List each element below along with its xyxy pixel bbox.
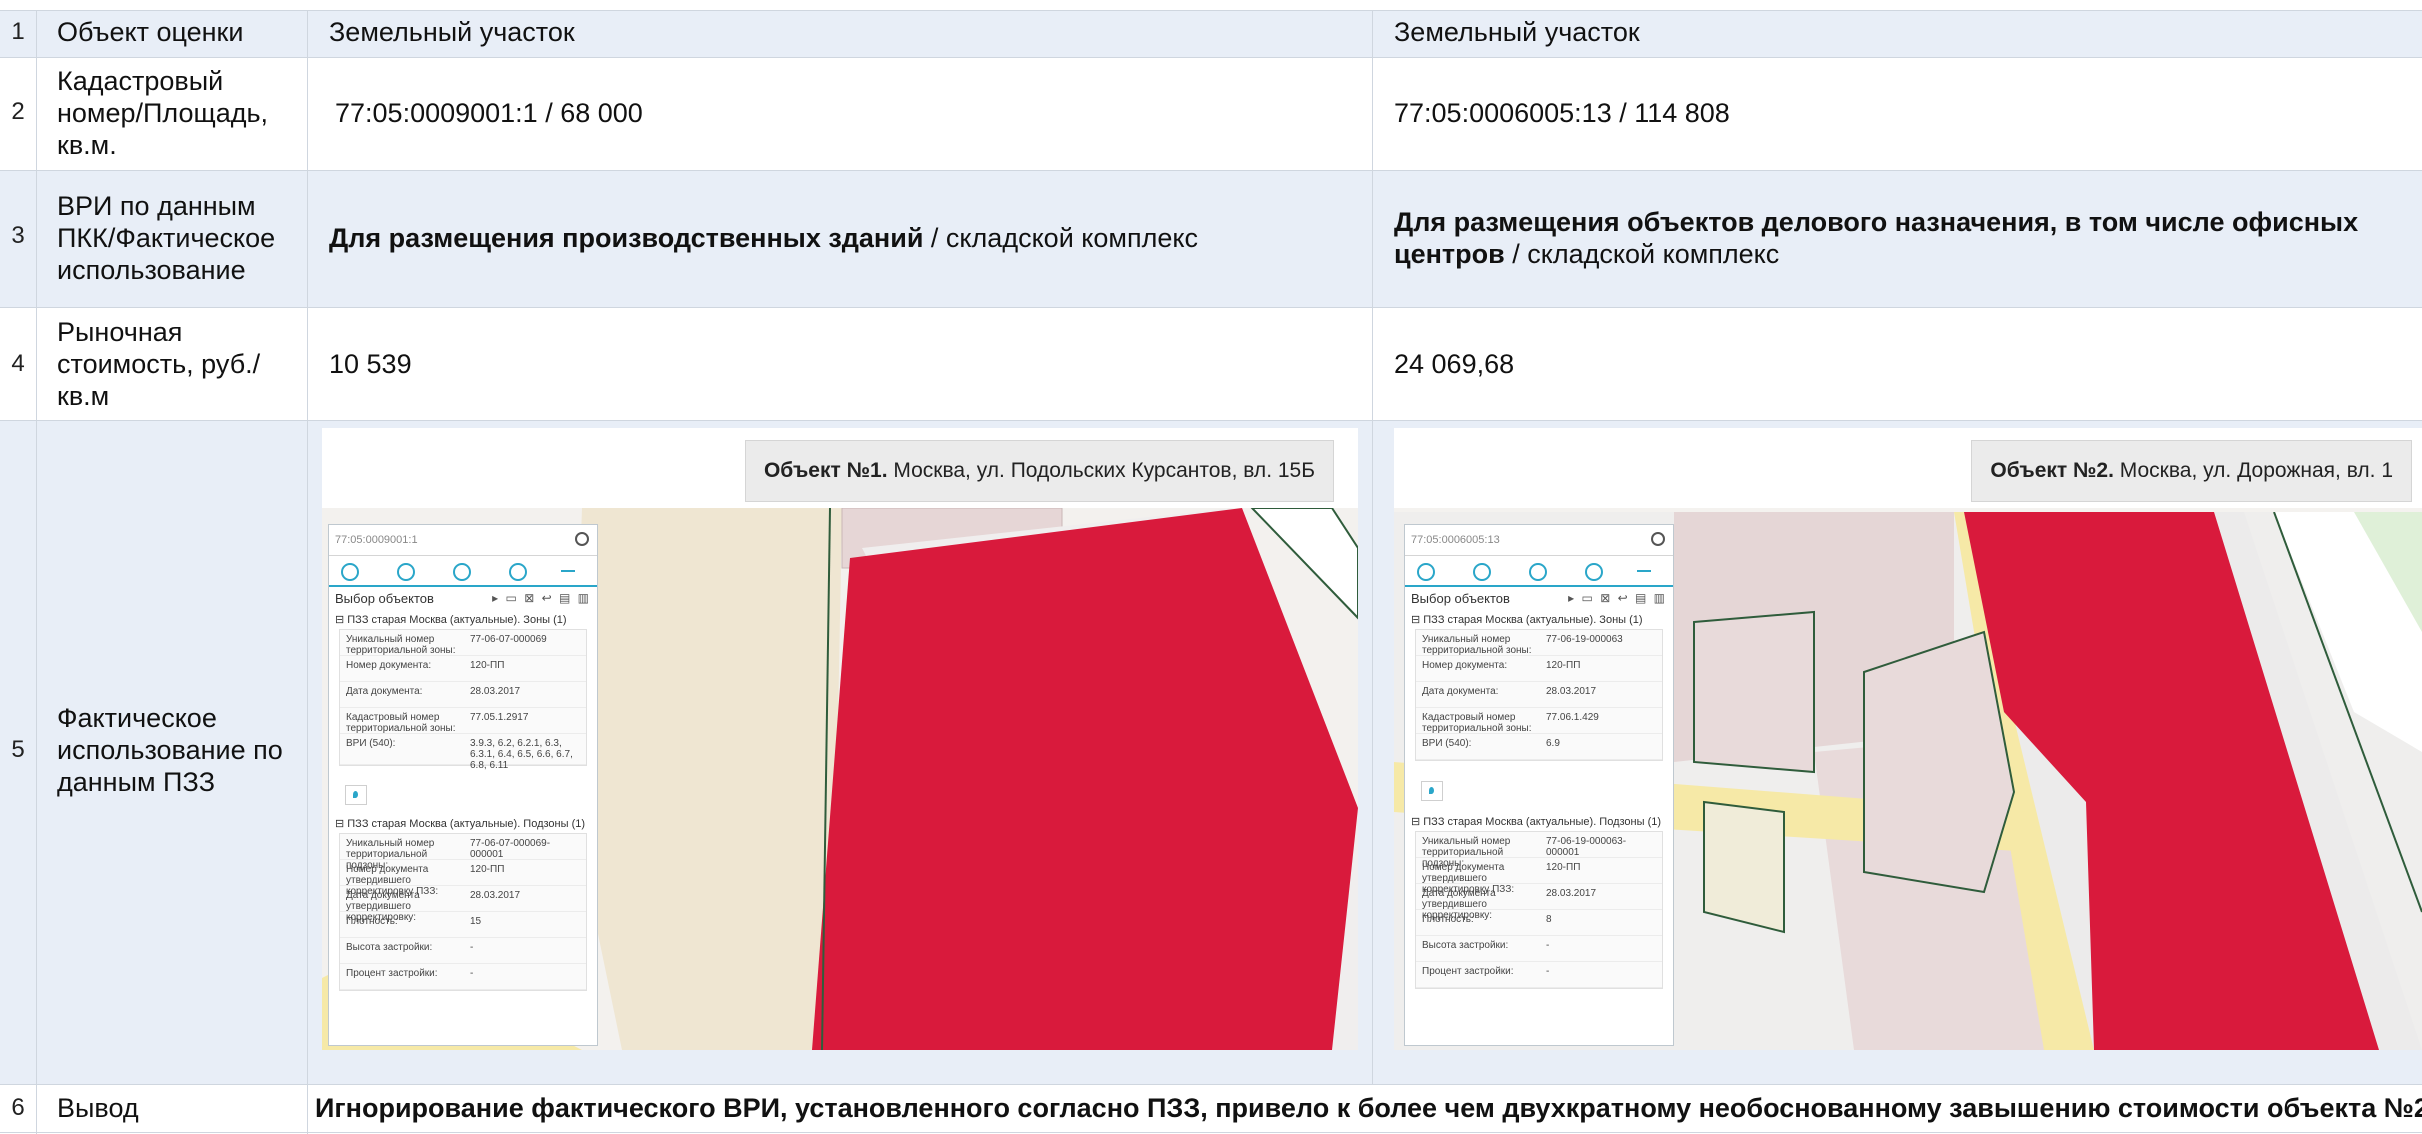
menu-icon[interactable] bbox=[1417, 563, 1435, 581]
zones-section-title: ⊟ ПЗЗ старая Москва (актуальные). Зоны (… bbox=[1411, 614, 1643, 626]
zone-row: Номер документа: 120-ПП bbox=[340, 656, 586, 682]
object-1-permitted-use-bold: Для размещения производственных зданий bbox=[329, 223, 924, 253]
pin-icon[interactable] bbox=[509, 563, 527, 581]
object-2-market-value: 24 069,68 bbox=[1394, 349, 1515, 379]
search-value: 77:05:0006005:13 bbox=[1411, 534, 1500, 546]
zones-table: Уникальный номер территориальной зоны: 77… bbox=[1415, 629, 1663, 761]
subzones-section-title: ⊟ ПЗЗ старая Москва (актуальные). Подзон… bbox=[335, 818, 586, 830]
row-number: 5 bbox=[11, 736, 25, 763]
row-label-zoning: Фактическое использование по данным ПЗЗ bbox=[57, 703, 283, 797]
zones-section-title: ⊟ ПЗЗ старая Москва (актуальные). Зоны (… bbox=[335, 614, 567, 626]
menu-icon[interactable] bbox=[341, 563, 359, 581]
subzone-row: Уникальный номер территориальной подзоны… bbox=[340, 834, 586, 871]
search-value: 77:05:0009001:1 bbox=[335, 534, 418, 546]
panel-title: Выбор объектов bbox=[335, 591, 434, 606]
subzone-row: Плотность: 15 bbox=[340, 912, 586, 938]
object-1-cadastral: 77:05:0009001:1 / 68 000 bbox=[335, 98, 643, 128]
conclusion-text: Игнорирование фактического ВРИ, установл… bbox=[315, 1093, 2422, 1123]
info-icon[interactable] bbox=[1473, 563, 1491, 581]
subzones-section-title: ⊟ ПЗЗ старая Москва (актуальные). Подзон… bbox=[1411, 816, 1662, 828]
subzone-row: Процент застройки: - bbox=[1416, 962, 1662, 988]
valuation-comparison-table: 1 Объект оценки Земельный участок Земель… bbox=[0, 0, 2422, 1134]
map-canvas: 77:05:0009001:1 Выбор объектов ▸ ▭ ⊠ ↩ ▤… bbox=[322, 508, 1358, 1050]
selection-tools[interactable]: ▸ ▭ ⊠ ↩ ▤ ▥ bbox=[1568, 591, 1667, 605]
subzone-row: Высота застройки: - bbox=[340, 938, 586, 964]
caption-address: Москва, ул. Дорожная, вл. 1 bbox=[2113, 459, 2393, 482]
object-1-permitted-use: Для размещения производственных зданий /… bbox=[329, 222, 1349, 254]
map-canvas: 77:05:0006005:13 Выбор объектов ▸ ▭ ⊠ ↩ … bbox=[1394, 512, 2422, 1050]
subzone-row: Номер документа утвердившего корректиров… bbox=[1416, 858, 1662, 895]
zone-polygon bbox=[812, 508, 1358, 1050]
subzone-row: Дата документа утвердившего корректировк… bbox=[340, 886, 586, 923]
object-1-actual-use: / складской комплекс bbox=[923, 223, 1198, 253]
row-label-permitted-use: ВРИ по данным ПКК/Фактическое использова… bbox=[57, 191, 276, 285]
row-label-cadastral: Кадастровый номер/Площадь, кв.м. bbox=[57, 66, 269, 160]
zone-row: Кадастровый номер территориальной зоны: 7… bbox=[340, 708, 586, 734]
zone-row: ВРИ (540): 3.9.3, 6.2, 6.2.1, 6.3, 6.3.1,… bbox=[340, 734, 586, 771]
panel-tabs bbox=[329, 559, 597, 587]
row-number: 2 bbox=[11, 98, 25, 125]
map-screenshot-object-1: Объект №1. Москва, ул. Подольских Курсан… bbox=[322, 428, 1358, 1050]
info-icon[interactable] bbox=[397, 563, 415, 581]
caption-title: Объект №1. bbox=[763, 459, 888, 482]
caption-title: Объект №2. bbox=[1990, 459, 2114, 482]
zone-row: Уникальный номер территориальной зоны: 77… bbox=[340, 630, 586, 656]
row-number: 1 bbox=[11, 18, 25, 45]
map-caption: Объект №2. Москва, ул. Дорожная, вл. 1 bbox=[1971, 440, 2412, 502]
object-2-permitted-use: Для размещения объектов делового назначе… bbox=[1394, 206, 2404, 270]
row-label-conclusion: Вывод bbox=[57, 1093, 139, 1123]
selection-panel: 77:05:0006005:13 Выбор объектов ▸ ▭ ⊠ ↩ … bbox=[1404, 524, 1674, 1046]
search-icon[interactable] bbox=[575, 532, 589, 546]
locate-button[interactable] bbox=[345, 785, 367, 805]
subzone-row: Высота застройки: - bbox=[1416, 936, 1662, 962]
search-input[interactable]: 77:05:0006005:13 bbox=[1405, 525, 1673, 556]
map-caption: Объект №1. Москва, ул. Подольских Курсан… bbox=[744, 440, 1334, 502]
collapse-icon[interactable] bbox=[561, 570, 575, 572]
subzone-row: Уникальный номер территориальной подзоны… bbox=[1416, 832, 1662, 869]
row-label-market-value: Рыночная стоимость, руб./кв.м bbox=[57, 317, 261, 411]
zone-row: Уникальный номер территориальной зоны: 77… bbox=[1416, 630, 1662, 656]
subzones-table: Уникальный номер территориальной подзоны… bbox=[1415, 831, 1663, 989]
object-1-type: Земельный участок bbox=[329, 17, 575, 47]
map-screenshot-object-2: Объект №2. Москва, ул. Дорожная, вл. 1 7… bbox=[1394, 428, 2422, 1050]
search-input[interactable]: 77:05:0009001:1 bbox=[329, 525, 597, 556]
subzone-row: Номер документа утвердившего корректиров… bbox=[340, 860, 586, 897]
subzone-row: Плотность: 8 bbox=[1416, 910, 1662, 936]
selection-panel: 77:05:0009001:1 Выбор объектов ▸ ▭ ⊠ ↩ ▤… bbox=[328, 524, 598, 1046]
globe-icon[interactable] bbox=[453, 563, 471, 581]
locate-button[interactable] bbox=[1421, 781, 1443, 801]
row-number: 4 bbox=[11, 350, 25, 377]
row-number: 3 bbox=[11, 222, 25, 249]
subzone-row: Процент застройки: - bbox=[340, 964, 586, 990]
object-1-market-value: 10 539 bbox=[329, 349, 412, 379]
globe-icon[interactable] bbox=[1529, 563, 1547, 581]
search-icon[interactable] bbox=[1651, 532, 1665, 546]
collapse-icon[interactable] bbox=[1637, 570, 1651, 572]
zone-row: ВРИ (540): 6.9 bbox=[1416, 734, 1662, 760]
subzone-row: Дата документа утвердившего корректировк… bbox=[1416, 884, 1662, 921]
row-label-object: Объект оценки bbox=[57, 17, 244, 47]
zone-row: Дата документа: 28.03.2017 bbox=[340, 682, 586, 708]
caption-address: Москва, ул. Подольских Курсантов, вл. 15… bbox=[887, 459, 1315, 482]
zone-row: Кадастровый номер территориальной зоны: 7… bbox=[1416, 708, 1662, 734]
subzones-table: Уникальный номер территориальной подзоны… bbox=[339, 833, 587, 991]
zones-table: Уникальный номер территориальной зоны: 77… bbox=[339, 629, 587, 771]
panel-title: Выбор объектов bbox=[1411, 591, 1510, 606]
object-2-cadastral: 77:05:0006005:13 / 114 808 bbox=[1394, 98, 1730, 128]
zone-row: Дата документа: 28.03.2017 bbox=[1416, 682, 1662, 708]
pin-icon[interactable] bbox=[1585, 563, 1603, 581]
zone-row: Номер документа: 120-ПП bbox=[1416, 656, 1662, 682]
selection-tools[interactable]: ▸ ▭ ⊠ ↩ ▤ ▥ bbox=[492, 591, 591, 605]
panel-tabs bbox=[1405, 559, 1673, 587]
object-2-actual-use: / складской комплекс bbox=[1504, 239, 1780, 269]
row-number: 6 bbox=[11, 1094, 25, 1121]
object-2-type: Земельный участок bbox=[1394, 17, 1640, 47]
